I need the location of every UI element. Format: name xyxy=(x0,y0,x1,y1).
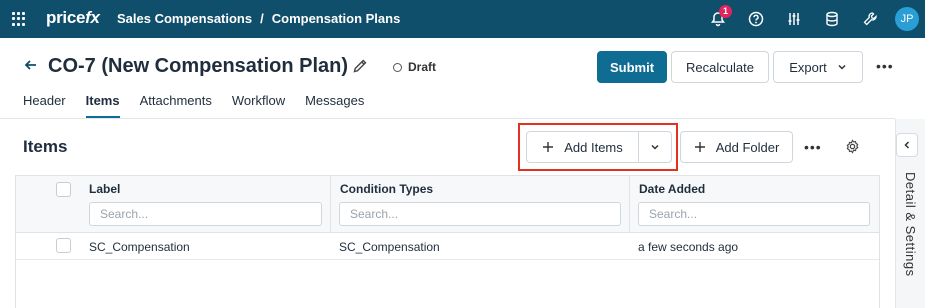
detail-settings-label[interactable]: Detail & Settings xyxy=(903,172,918,277)
gear-icon[interactable] xyxy=(845,139,860,159)
help-icon[interactable] xyxy=(737,0,775,38)
select-all-checkbox[interactable] xyxy=(56,182,71,197)
pricefx-logo[interactable]: pricefx xyxy=(46,8,100,28)
tab-workflow[interactable]: Workflow xyxy=(232,93,285,118)
plus-icon xyxy=(694,142,705,152)
chevron-down-icon xyxy=(838,64,846,70)
chevron-left-icon xyxy=(904,141,910,149)
top-navbar: pricefx Sales Compensations / Compensati… xyxy=(0,0,925,38)
submit-button[interactable]: Submit xyxy=(597,51,667,83)
breadcrumb-compensation-plans[interactable]: Compensation Plans xyxy=(272,11,401,26)
panel-toggle-button[interactable] xyxy=(896,133,918,157)
pencil-icon[interactable] xyxy=(352,58,368,79)
tab-items[interactable]: Items xyxy=(85,93,120,118)
app-launcher-icon[interactable] xyxy=(12,12,26,26)
breadcrumb-sales-compensations[interactable]: Sales Compensations xyxy=(117,11,252,26)
tab-divider xyxy=(0,118,895,119)
column-header-condition-types[interactable]: Condition Types xyxy=(340,182,433,196)
tab-messages[interactable]: Messages xyxy=(305,93,364,118)
cell-date-added: a few seconds ago xyxy=(638,240,739,254)
condition-types-filter-input[interactable] xyxy=(339,202,621,226)
user-avatar[interactable]: JP xyxy=(895,7,919,31)
status-badge: Draft xyxy=(393,60,436,74)
items-table: Label Condition Types Date Added SC_Comp… xyxy=(15,175,880,308)
column-header-date-added[interactable]: Date Added xyxy=(639,182,705,196)
bell-icon[interactable]: 1 xyxy=(699,0,737,38)
add-folder-button[interactable]: Add Folder xyxy=(680,131,793,163)
table-header: Label Condition Types Date Added xyxy=(16,176,879,233)
column-header-label[interactable]: Label xyxy=(89,182,120,196)
label-filter-input[interactable] xyxy=(89,202,322,226)
tab-header[interactable]: Header xyxy=(23,93,66,118)
table-row[interactable]: SC_Compensation SC_Compensation a few se… xyxy=(16,233,879,260)
status-label: Draft xyxy=(408,60,437,74)
page-title: CO-7 (New Compensation Plan) xyxy=(48,55,349,77)
items-section-title: Items xyxy=(23,137,68,156)
back-arrow-icon[interactable] xyxy=(24,58,38,77)
database-icon[interactable] xyxy=(813,0,851,38)
breadcrumb: Sales Compensations / Compensation Plans xyxy=(117,11,400,26)
row-checkbox[interactable] xyxy=(56,238,71,253)
navbar-icons: 1 JP xyxy=(699,0,925,38)
tab-attachments[interactable]: Attachments xyxy=(140,93,212,118)
recalculate-button[interactable]: Recalculate xyxy=(671,51,769,83)
tab-bar: Header Items Attachments Workflow Messag… xyxy=(23,93,364,118)
wrench-icon[interactable] xyxy=(851,0,889,38)
export-label: Export xyxy=(789,59,827,75)
sliders-icon[interactable] xyxy=(775,0,813,38)
column-separator xyxy=(629,176,630,233)
cell-condition-types: SC_Compensation xyxy=(339,240,440,254)
export-button[interactable]: Export xyxy=(773,51,863,83)
breadcrumb-separator: / xyxy=(260,11,264,26)
column-separator xyxy=(330,176,331,233)
date-added-filter-input[interactable] xyxy=(638,202,870,226)
cell-label: SC_Compensation xyxy=(89,240,190,254)
add-folder-label: Add Folder xyxy=(715,139,780,155)
more-actions-icon[interactable]: ••• xyxy=(876,58,894,74)
status-circle-icon xyxy=(393,62,402,72)
highlight-annotation xyxy=(518,123,678,171)
notification-badge: 1 xyxy=(719,5,732,18)
more-items-icon[interactable]: ••• xyxy=(804,139,822,155)
